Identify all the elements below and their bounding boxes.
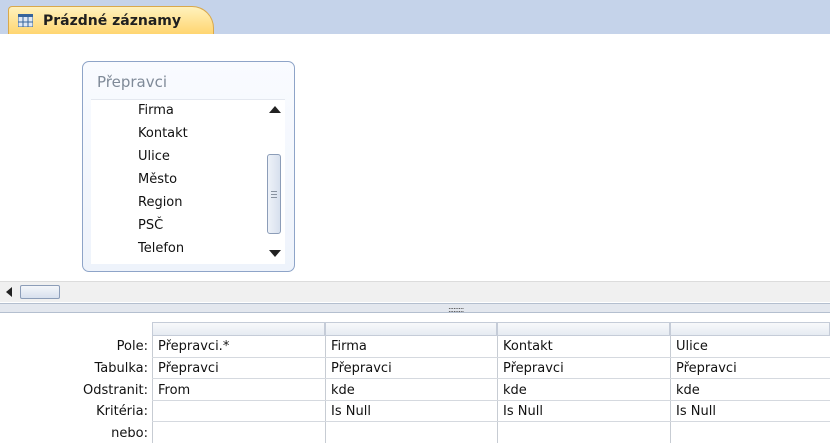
grid-cell-pole[interactable]: Firma [331, 339, 367, 354]
grid-cell-tabulka[interactable]: Přepravci [503, 361, 564, 376]
row-label-kriteria: Kritéria: [96, 404, 148, 419]
table-field-list-prepravci[interactable]: Přepravci Firma Kontakt Ulice Město Regi… [82, 61, 295, 272]
grid-cell-odstranit[interactable]: From [158, 383, 190, 398]
grid-cell-pole[interactable]: Ulice [676, 339, 708, 354]
grid-cell-pole[interactable]: Přepravci.* [158, 339, 229, 354]
column-selector[interactable] [497, 322, 670, 336]
field-item[interactable]: Kontakt [138, 126, 188, 141]
query-tab-label: Prázdné záznamy [43, 13, 181, 29]
horizontal-scroll-thumb[interactable] [20, 285, 60, 299]
row-label-tabulka: Tabulka: [94, 361, 148, 376]
field-list[interactable]: Firma Kontakt Ulice Město Region PSČ Tel… [91, 99, 285, 264]
grid-cell-tabulka[interactable]: Přepravci [676, 361, 737, 376]
grid-cell-pole[interactable]: Kontakt [503, 339, 553, 354]
field-item[interactable]: Region [138, 195, 183, 210]
field-item[interactable]: Město [138, 172, 177, 187]
row-label-odstranit: Odstranit: [83, 383, 148, 398]
row-label-nebo: nebo: [111, 426, 148, 441]
grid-cell-odstranit[interactable]: kde [503, 383, 527, 398]
scroll-left-icon[interactable] [6, 287, 12, 297]
grid-cell-odstranit[interactable]: kde [676, 383, 700, 398]
grid-cell-kriteria[interactable]: Is Null [676, 404, 716, 419]
grid-cell-kriteria[interactable]: Is Null [503, 404, 543, 419]
grid-cell-odstranit[interactable]: kde [331, 383, 355, 398]
grid-cell-kriteria[interactable]: Is Null [331, 404, 371, 419]
design-horizontal-scrollbar[interactable] [0, 281, 830, 302]
pane-splitter[interactable]: ::::::::: [0, 303, 830, 314]
column-selector[interactable] [152, 322, 325, 336]
field-item[interactable]: Telefon [138, 241, 184, 256]
column-selector[interactable] [670, 322, 830, 336]
field-item[interactable]: PSČ [138, 218, 163, 233]
document-tab-bar: Prázdné záznamy [0, 0, 830, 36]
grid-cell-tabulka[interactable]: Přepravci [331, 361, 392, 376]
query-design-area[interactable]: Přepravci Firma Kontakt Ulice Město Regi… [0, 34, 830, 306]
query-tab[interactable]: Prázdné záznamy [8, 6, 214, 36]
column-selector[interactable] [325, 322, 497, 336]
scroll-thumb[interactable] [267, 154, 281, 234]
grid-cell-tabulka[interactable]: Přepravci [158, 361, 219, 376]
field-list-scrollbar[interactable] [266, 100, 283, 264]
scroll-up-icon[interactable] [269, 106, 281, 113]
query-icon [18, 14, 33, 27]
scroll-down-icon[interactable] [269, 250, 281, 257]
splitter-grip-icon: ::::::::: [448, 305, 464, 314]
field-item[interactable]: Ulice [138, 149, 170, 164]
row-label-pole: Pole: [116, 339, 148, 354]
table-title: Přepravci [97, 73, 168, 91]
field-item[interactable]: Firma [138, 103, 174, 118]
